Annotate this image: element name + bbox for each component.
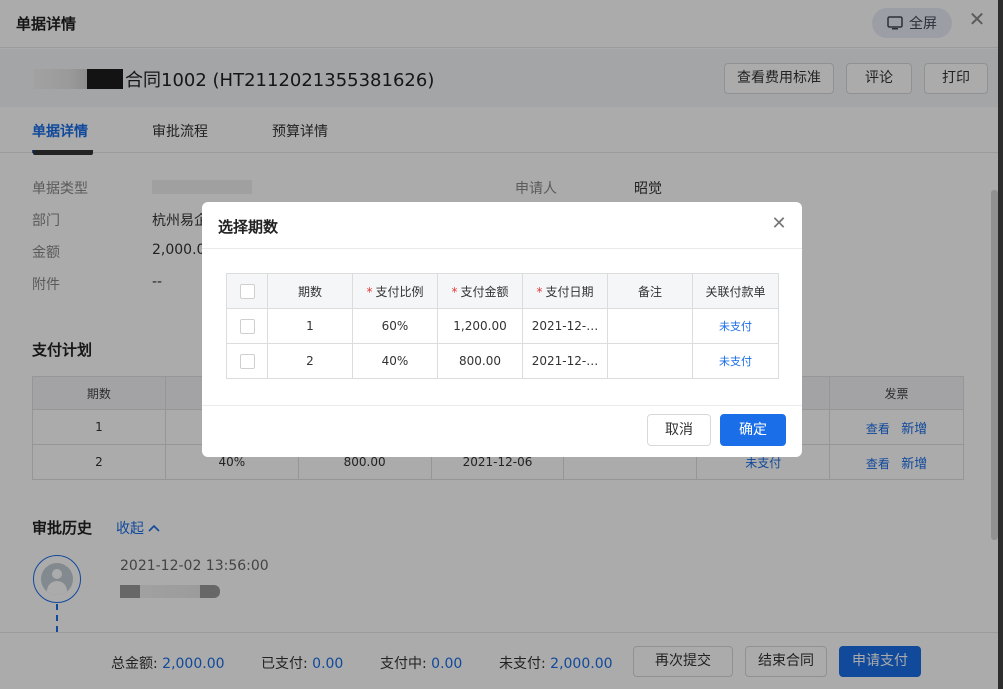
note-cell (607, 343, 693, 379)
divider (202, 405, 802, 406)
cancel-button[interactable]: 取消 (647, 414, 711, 446)
confirm-button[interactable]: 确定 (720, 414, 786, 446)
select-period-dialog: 选择期数 ✕ 期数 * 支付比例 * 支付金额 * 支付日期 备注 关联付款单 1 6… (202, 202, 802, 457)
divider (202, 248, 802, 249)
required-mark: * (536, 284, 543, 299)
select-all-checkbox[interactable] (239, 283, 255, 299)
period-cell: 1 (267, 308, 353, 344)
period-cell: 2 (267, 343, 353, 379)
linked-payment-link[interactable]: 未支付 (719, 355, 752, 368)
table-row[interactable]: 2 40% 800.00 2021-12-… 未支付 (226, 343, 779, 379)
row-checkbox[interactable] (239, 318, 255, 334)
required-mark: * (451, 284, 458, 299)
column-header: * 支付比例 (352, 273, 438, 309)
date-cell: 2021-12-… (522, 343, 608, 379)
date-cell: 2021-12-… (522, 308, 608, 344)
period-table: 期数 * 支付比例 * 支付金额 * 支付日期 备注 关联付款单 1 60% 1,20… (226, 273, 779, 379)
amount-cell: 800.00 (437, 343, 523, 379)
column-header: 备注 (607, 273, 693, 309)
note-cell (607, 308, 693, 344)
row-checkbox[interactable] (239, 353, 255, 369)
ratio-cell: 40% (352, 343, 438, 379)
dialog-title: 选择期数 (218, 218, 279, 236)
column-header: * 支付日期 (522, 273, 608, 309)
close-icon[interactable]: ✕ (768, 212, 790, 236)
required-mark: * (366, 284, 373, 299)
column-header: 关联付款单 (692, 273, 779, 309)
amount-cell: 1,200.00 (437, 308, 523, 344)
ratio-cell: 60% (352, 308, 438, 344)
column-header: * 支付金额 (437, 273, 523, 309)
column-header: 期数 (267, 273, 353, 309)
table-row[interactable]: 1 60% 1,200.00 2021-12-… 未支付 (226, 308, 779, 344)
window-edge (998, 0, 1003, 689)
linked-payment-link[interactable]: 未支付 (719, 320, 752, 333)
